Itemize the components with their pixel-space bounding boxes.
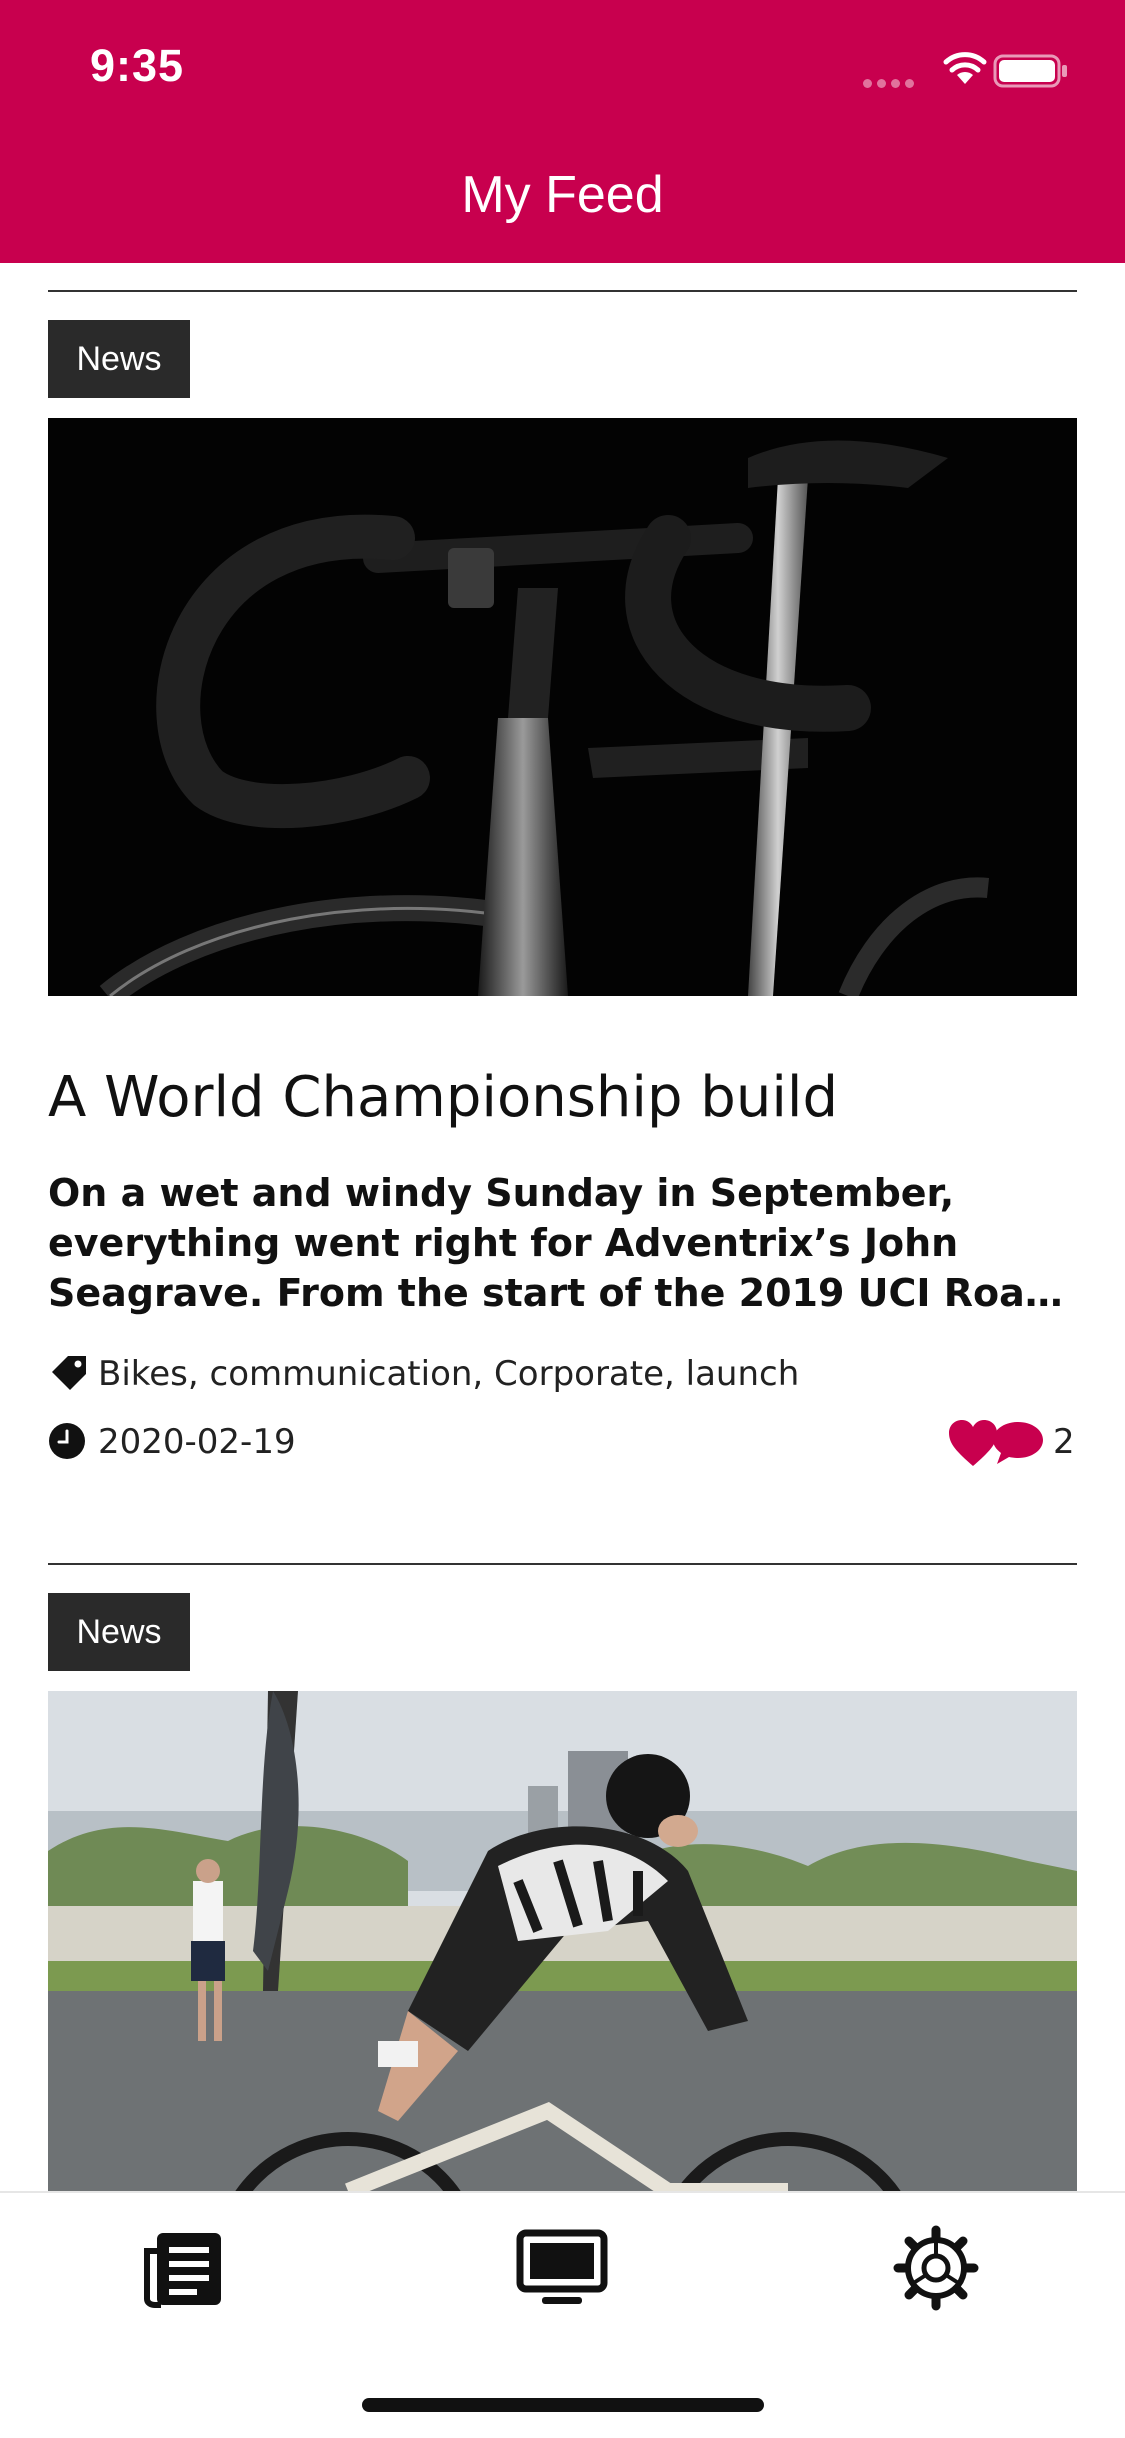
app-header: 9:35 My Feed xyxy=(0,0,1125,263)
bike-photo xyxy=(48,418,1077,996)
feed-list[interactable]: News A World Championship build On a wet… xyxy=(0,263,1125,2191)
wifi-icon xyxy=(943,52,987,84)
gear-icon[interactable] xyxy=(886,2223,986,2313)
tag-icon xyxy=(52,1356,86,1390)
comment-icon xyxy=(993,1422,1043,1464)
page-title: My Feed xyxy=(461,166,664,224)
post-image[interactable] xyxy=(48,1691,1077,2191)
divider xyxy=(48,1563,1077,1565)
tv-icon[interactable] xyxy=(512,2223,612,2313)
status-icons xyxy=(863,50,1083,90)
cyclist-photo xyxy=(48,1691,1077,2191)
comment-count: 2 xyxy=(1053,1422,1075,1462)
post-date: 2020-02-19 xyxy=(98,1422,296,1462)
cellular-signal-icon xyxy=(863,75,919,93)
tags-text: Bikes, communication, Corporate, launch xyxy=(98,1354,800,1394)
post-title[interactable]: A World Championship build xyxy=(48,1065,1077,1130)
feed-post[interactable]: News xyxy=(48,1563,1077,2191)
home-indicator[interactable] xyxy=(362,2398,764,2412)
post-image[interactable] xyxy=(48,418,1077,996)
category-badge[interactable]: News xyxy=(48,1593,190,1671)
battery-icon xyxy=(993,54,1067,88)
status-time: 9:35 xyxy=(90,40,185,91)
divider xyxy=(48,290,1077,292)
news-icon[interactable] xyxy=(137,2223,237,2313)
category-badge[interactable]: News xyxy=(48,320,190,398)
post-meta: 2020-02-19 2 2 xyxy=(48,1418,1077,1468)
clock-icon xyxy=(49,1423,85,1459)
post-excerpt[interactable]: On a wet and windy Sunday in September, … xyxy=(48,1168,1077,1318)
feed-post[interactable]: News xyxy=(48,290,1077,1470)
